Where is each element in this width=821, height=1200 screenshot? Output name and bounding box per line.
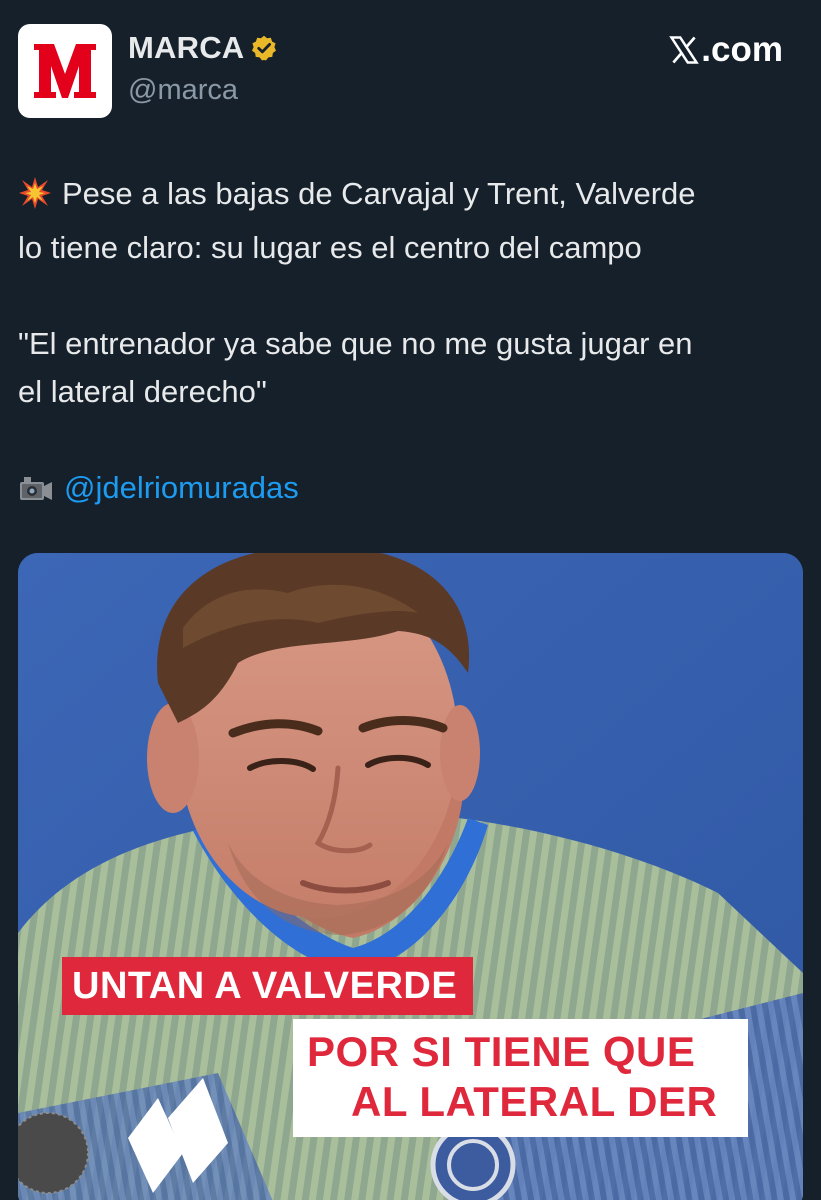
tweet-quote-line-1: "El entrenador ya sabe que no me gusta j…: [18, 326, 693, 361]
tweet-line-1: Pese a las bajas de Carvajal y Trent, Va…: [18, 170, 808, 224]
display-name[interactable]: MARCA: [128, 30, 244, 66]
x-site-mark: .com: [669, 30, 783, 70]
author-handle[interactable]: @marca: [128, 74, 238, 107]
site-domain-label: .com: [701, 30, 783, 69]
tweet-quote-line-2: el lateral derecho": [18, 374, 267, 409]
author-name-row[interactable]: MARCA: [128, 30, 278, 66]
marca-logo-icon[interactable]: [18, 24, 112, 118]
tweet-credit-line: @jdelriomuradas: [18, 464, 808, 518]
verified-badge-icon: [250, 34, 278, 62]
caption-bottom-line-2: AL LATERAL DER: [351, 1078, 718, 1125]
x-logo-icon: [669, 35, 700, 65]
caption-top-banner: UNTAN A VALVERDE: [62, 957, 474, 1015]
tweet-text-line-1: Pese a las bajas de Carvajal y Trent, Va…: [62, 176, 696, 211]
tweet-body: Pese a las bajas de Carvajal y Trent, Va…: [18, 170, 808, 518]
tweet-text-line-2: lo tiene claro: su lugar es el centro de…: [18, 230, 642, 265]
caption-bottom-banner: POR SI TIENE QUE AL LATERAL DER: [293, 1019, 748, 1137]
tweet-screenshot: MARCA @marca .com Pese a las bajas de Ca…: [0, 0, 821, 1200]
video-camera-emoji-icon: [18, 470, 54, 518]
credit-mention-link[interactable]: @jdelriomuradas: [64, 470, 299, 505]
collision-emoji-icon: [18, 176, 52, 224]
caption-bottom-line-1: POR SI TIENE QUE: [307, 1028, 696, 1075]
